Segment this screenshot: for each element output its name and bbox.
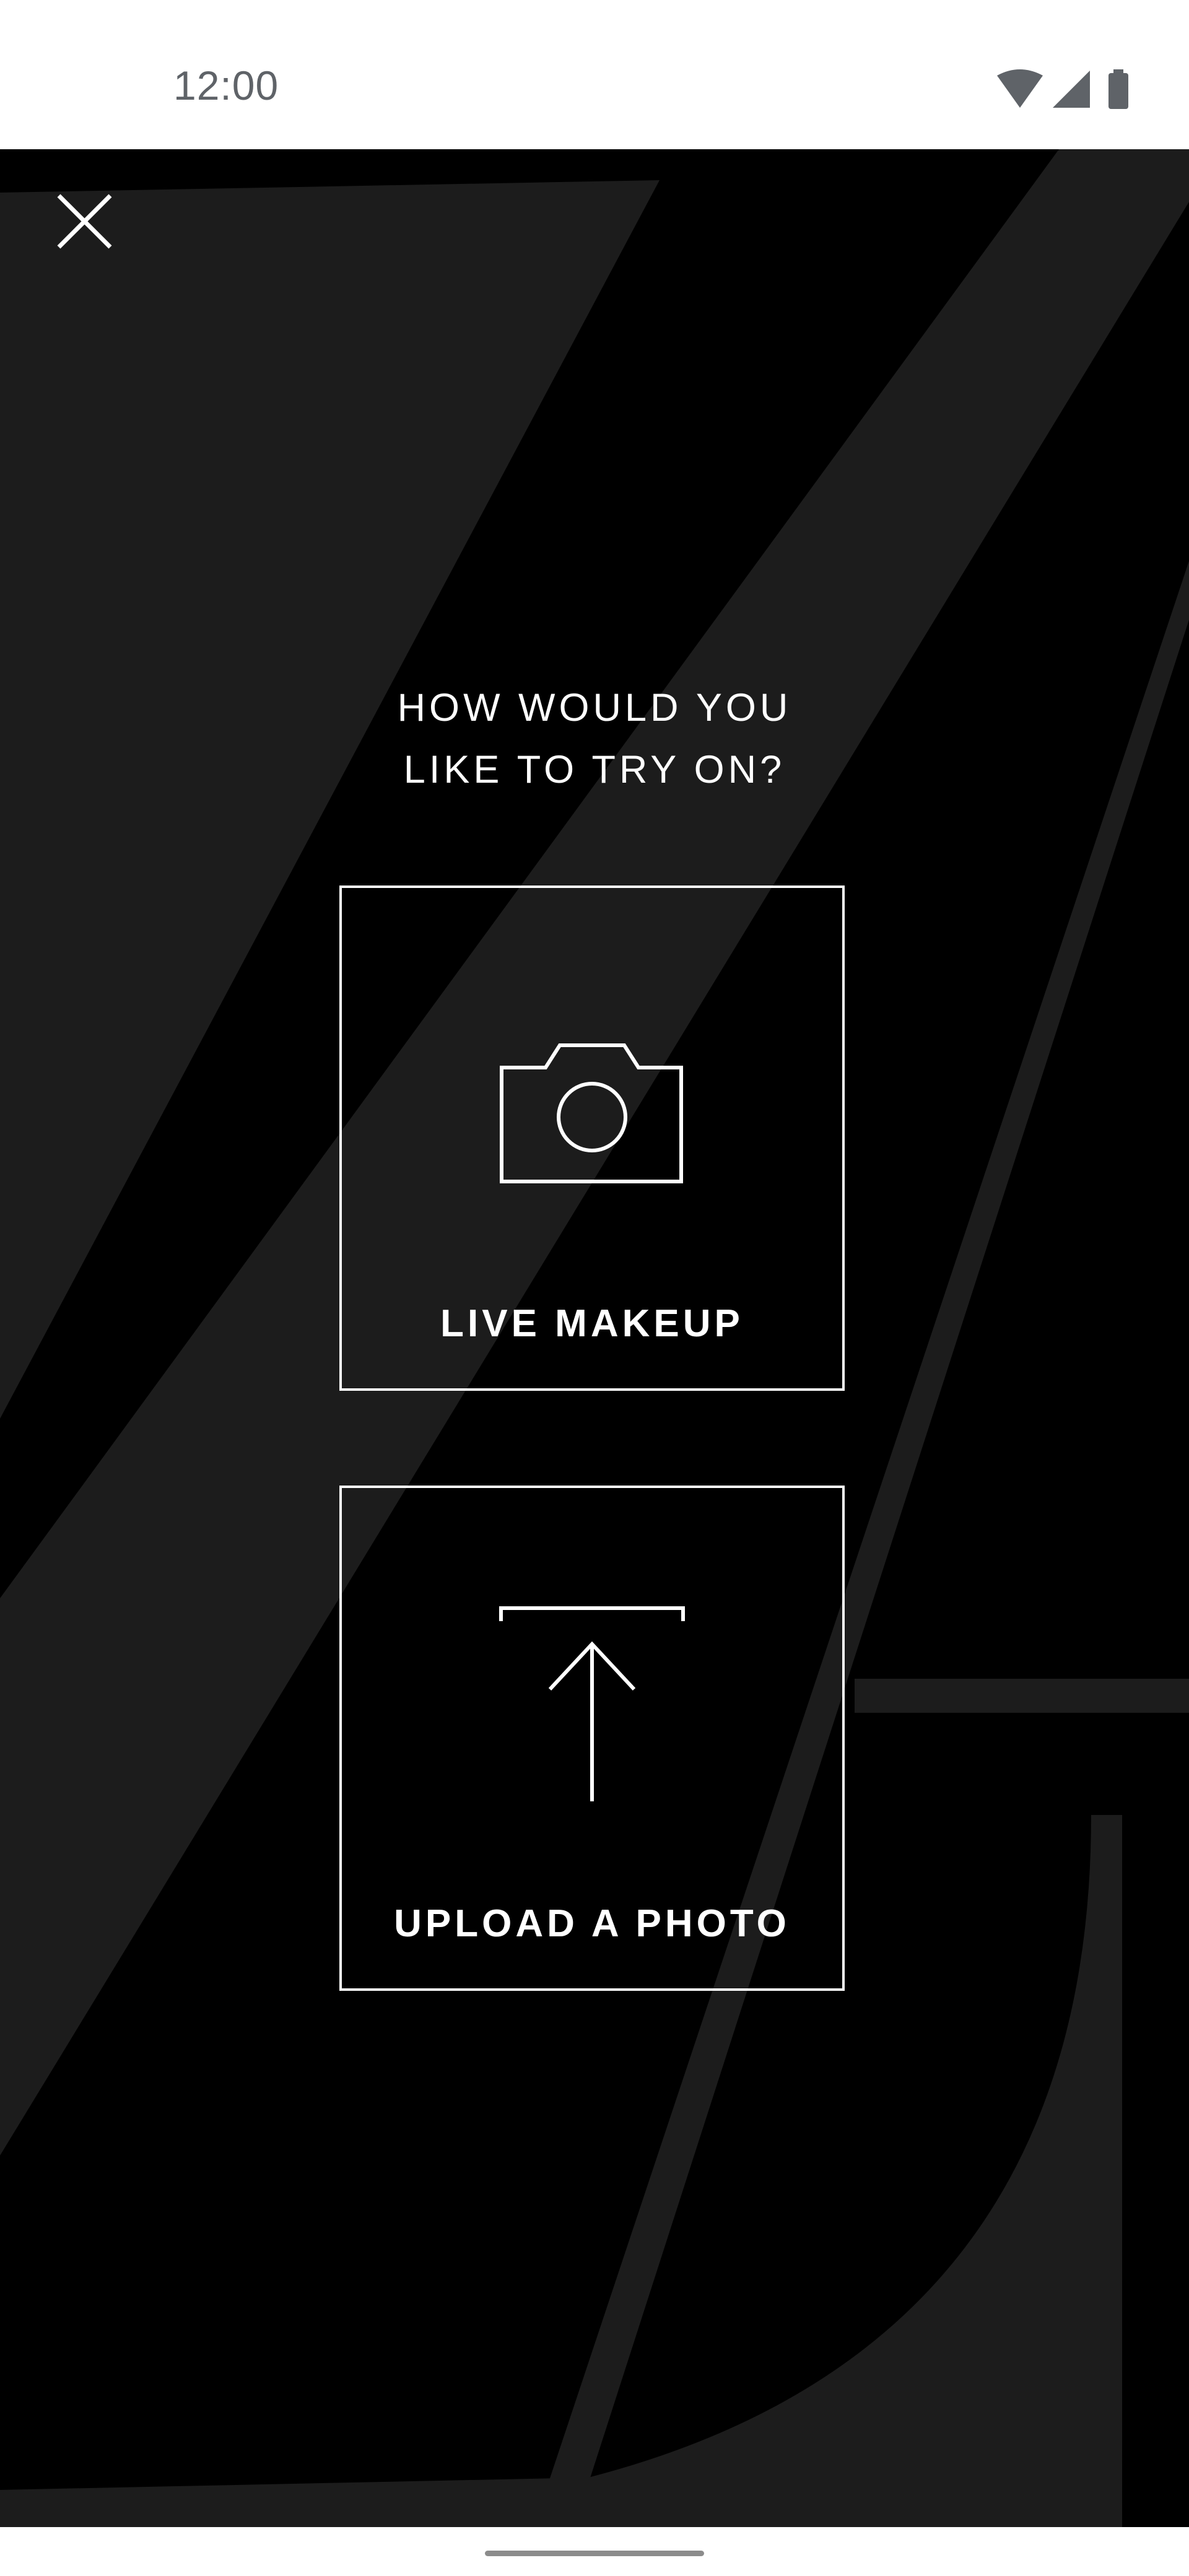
camera-icon-wrap xyxy=(342,1043,842,1188)
status-icons xyxy=(997,69,1139,113)
upload-photo-option[interactable]: UPLOAD A PHOTO xyxy=(339,1486,845,1991)
close-button[interactable] xyxy=(50,186,121,258)
upload-photo-label: UPLOAD A PHOTO xyxy=(394,1902,790,1945)
try-on-dialog: HOW WOULD YOU LIKE TO TRY ON? LIVE MAKEU… xyxy=(0,149,1189,2527)
status-bar: 12:00 xyxy=(0,0,1189,149)
wifi-icon xyxy=(997,69,1043,108)
battery-icon xyxy=(1108,69,1128,109)
live-makeup-option[interactable]: LIVE MAKEUP xyxy=(339,886,845,1391)
upload-icon xyxy=(499,1606,685,1801)
close-icon xyxy=(57,194,112,249)
prompt-line-1: HOW WOULD YOU xyxy=(397,686,792,729)
try-on-prompt: HOW WOULD YOU LIKE TO TRY ON? xyxy=(0,677,1189,801)
camera-icon xyxy=(500,1043,683,1183)
upload-icon-wrap xyxy=(342,1606,842,1807)
status-time: 12:00 xyxy=(173,63,279,108)
live-makeup-label: LIVE MAKEUP xyxy=(440,1302,744,1345)
prompt-line-2: LIKE TO TRY ON? xyxy=(403,748,786,791)
signal-icon xyxy=(1053,71,1090,108)
gesture-nav-bar xyxy=(0,2527,1189,2576)
home-gesture-handle[interactable] xyxy=(485,2551,704,2556)
status-icon-group xyxy=(997,69,1128,109)
